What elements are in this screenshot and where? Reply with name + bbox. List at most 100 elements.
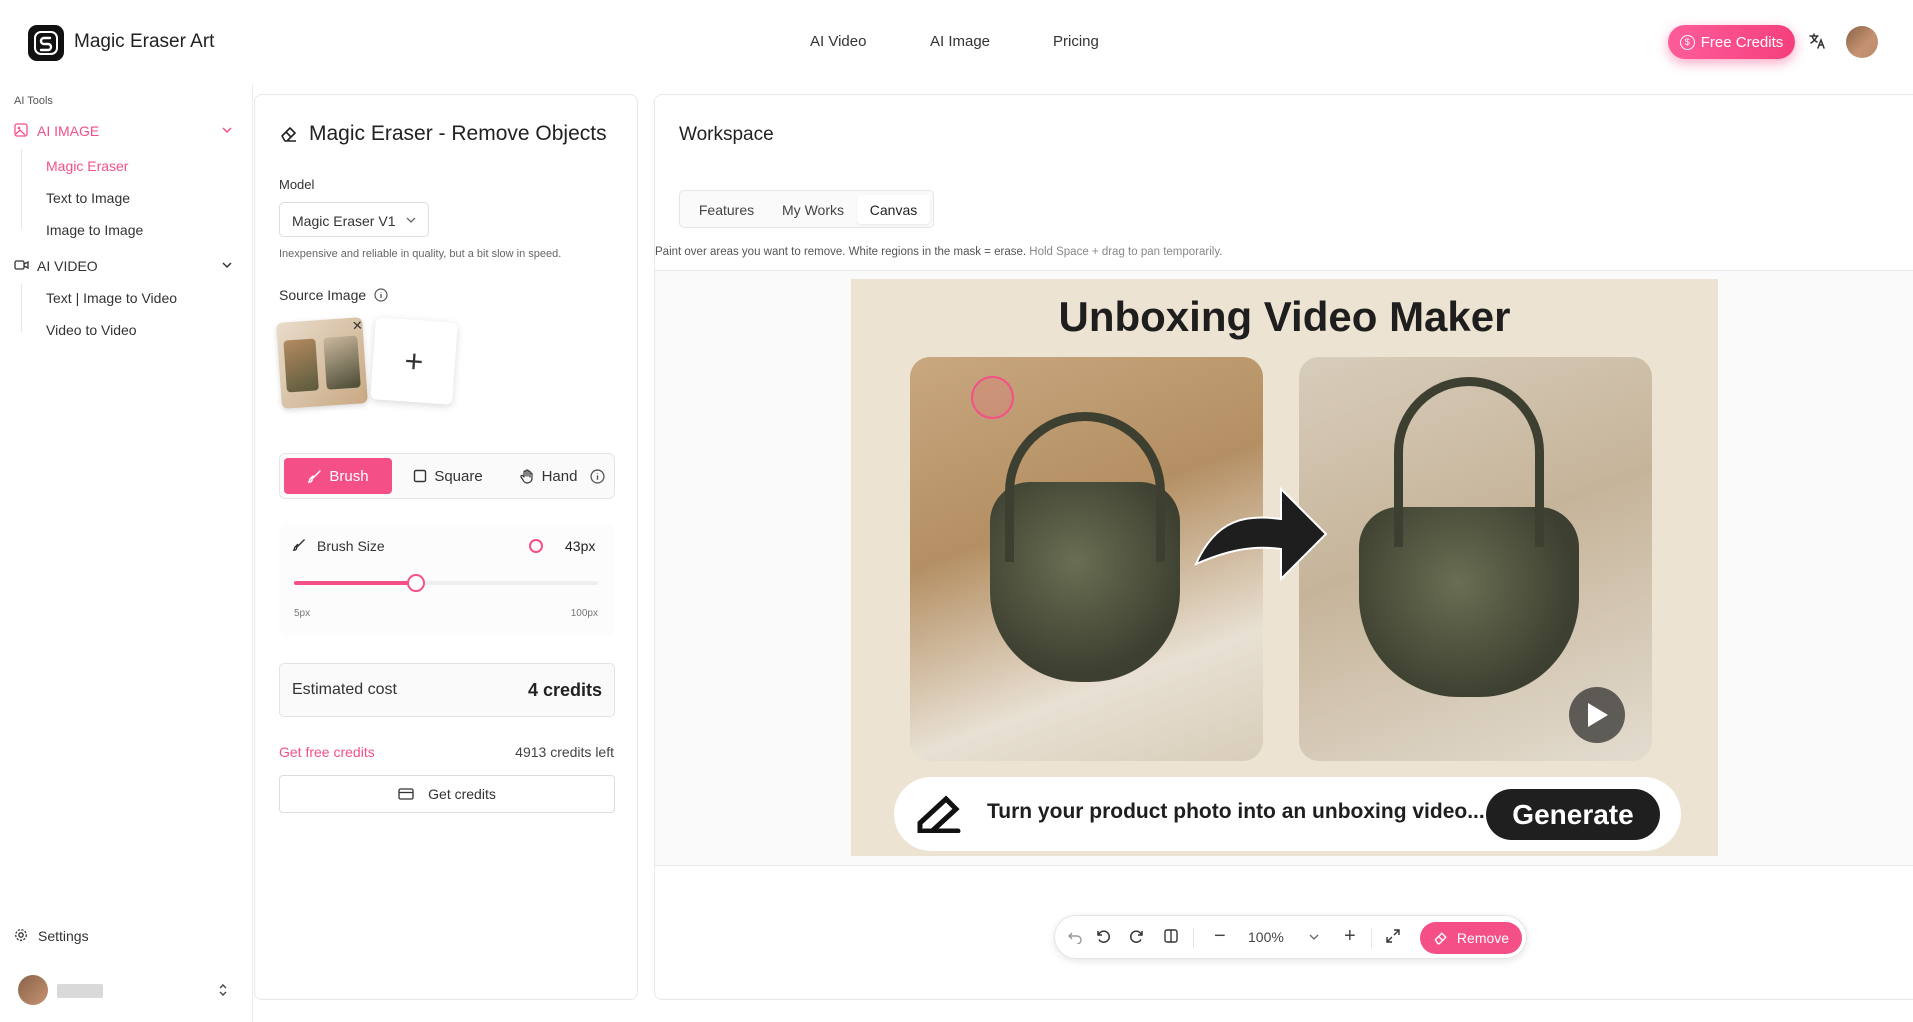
square-icon: [414, 469, 427, 483]
remove-label: Remove: [1456, 930, 1510, 946]
brush-icon: [292, 539, 305, 551]
estimated-cost-value: 4 credits: [527, 680, 602, 700]
image-prompt-bar: Turn your product photo into an unboxing…: [894, 777, 1681, 851]
sidebar-item-text-image-to-video[interactable]: Text | Image to Video: [46, 290, 177, 306]
chevron-up-down-icon[interactable]: [218, 982, 228, 998]
eraser-icon: [1434, 932, 1447, 945]
redo-icon[interactable]: [1129, 928, 1145, 944]
info-icon[interactable]: [374, 288, 388, 302]
brush-cursor: [971, 376, 1014, 419]
brush-size-label: Brush Size: [317, 538, 385, 554]
slider-handle[interactable]: [406, 574, 425, 592]
square-tool-button[interactable]: Square: [398, 458, 498, 494]
workspace-panel: Workspace Features My Works Canvas Paint…: [654, 94, 1913, 1000]
hand-icon: [519, 469, 533, 484]
zoom-out-icon[interactable]: −: [1214, 925, 1226, 948]
tool-selector: Brush Square Hand: [279, 453, 615, 499]
sidebar: AI Tools AI IMAGE Magic Eraser Text to I…: [0, 84, 253, 1022]
tab-features[interactable]: Features: [684, 195, 769, 224]
image-prompt-text: Turn your product photo into an unboxing…: [987, 800, 1485, 823]
model-select[interactable]: Magic Eraser V1: [279, 202, 429, 237]
model-hint: Inexpensive and reliable in quality, but…: [279, 248, 562, 260]
sidebar-group-label: AI VIDEO: [37, 258, 98, 274]
brush-size-slider[interactable]: [294, 574, 598, 592]
model-select-value: Magic Eraser V1: [292, 213, 396, 229]
square-tool-label: Square: [434, 467, 483, 485]
tab-canvas[interactable]: Canvas: [857, 195, 930, 224]
nav-ai-video[interactable]: AI Video: [810, 33, 866, 50]
brand-name[interactable]: Magic Eraser Art: [74, 31, 214, 53]
instructions-text: Paint over areas you want to remove. Whi…: [655, 246, 1027, 258]
brush-size-value: 43px: [565, 538, 596, 554]
get-credits-button[interactable]: Get credits: [279, 775, 615, 813]
sidebar-section-label: AI Tools: [14, 95, 53, 107]
pan-hint-text: Hold Space + drag to pan temporarily.: [1029, 246, 1223, 258]
zoom-in-icon[interactable]: +: [1344, 925, 1356, 948]
account-avatar[interactable]: [18, 975, 48, 1005]
fullscreen-icon[interactable]: [1385, 928, 1401, 944]
sidebar-item-text-to-image[interactable]: Text to Image: [46, 190, 130, 206]
dollar-coin-icon: $: [1679, 34, 1695, 50]
canvas-toolbar: − 100% + Remove: [1054, 915, 1527, 959]
handbag-strap-right: [1394, 377, 1544, 547]
toolbar-divider: [1193, 928, 1194, 948]
thumb-photo-right: [323, 335, 361, 390]
image-icon: [14, 123, 28, 137]
free-credits-label: Free Credits: [1700, 33, 1784, 51]
brush-tool-button[interactable]: Brush: [284, 458, 392, 494]
translate-icon[interactable]: [1808, 32, 1826, 55]
get-credits-label: Get credits: [428, 786, 496, 802]
source-image-text: Source Image: [279, 287, 367, 303]
sidebar-group-ai-video[interactable]: AI VIDEO: [14, 256, 232, 276]
info-icon[interactable]: [590, 469, 605, 484]
panel-title: Magic Eraser - Remove Objects: [279, 122, 607, 146]
tree-line: [21, 284, 22, 332]
brand-logo-icon[interactable]: [28, 25, 64, 61]
remove-image-icon[interactable]: ✕: [351, 318, 363, 335]
source-image-label: Source Image: [279, 287, 388, 303]
free-credits-button[interactable]: $ Free Credits: [1668, 25, 1795, 59]
image-photo-right: [1299, 357, 1652, 761]
canvas-instructions: Paint over areas you want to remove. Whi…: [655, 246, 1222, 258]
zoom-level[interactable]: 100%: [1248, 929, 1284, 945]
undo-icon[interactable]: [1095, 928, 1111, 944]
nav-pricing[interactable]: Pricing: [1053, 33, 1099, 50]
add-image-button[interactable]: +: [370, 317, 458, 405]
brush-preview-circle: [529, 539, 543, 553]
credit-card-icon: [398, 788, 414, 800]
estimated-cost-label: Estimated cost: [292, 681, 397, 698]
chevron-down-icon[interactable]: [1309, 934, 1319, 941]
sidebar-item-image-to-image[interactable]: Image to Image: [46, 222, 143, 238]
user-avatar[interactable]: [1846, 26, 1878, 58]
sidebar-group-label: AI IMAGE: [37, 123, 100, 139]
sidebar-group-ai-image[interactable]: AI IMAGE: [14, 121, 232, 141]
get-free-credits-link[interactable]: Get free credits: [279, 744, 375, 760]
toolbar-divider: [1371, 928, 1372, 948]
brush-min-label: 5px: [294, 608, 311, 619]
remove-button[interactable]: Remove: [1420, 922, 1522, 954]
slider-fill: [294, 581, 416, 585]
credits-left: 4913 credits left: [515, 744, 614, 760]
tree-line: [21, 149, 22, 229]
brush-size-card: Brush Size 43px 5px 100px: [279, 525, 615, 635]
settings-link[interactable]: Settings: [14, 926, 134, 946]
canvas-area[interactable]: Unboxing Video Maker Turn your product p…: [655, 270, 1913, 866]
undo-step-icon[interactable]: [1067, 928, 1083, 944]
hand-tool-button[interactable]: Hand: [504, 458, 592, 494]
image-generate-label: Generate: [1486, 789, 1660, 840]
thumb-photo-left: [283, 338, 319, 393]
video-camera-icon: [14, 260, 29, 270]
eraser-icon: [281, 127, 296, 142]
sidebar-item-magic-eraser[interactable]: Magic Eraser: [46, 158, 128, 174]
nav-ai-image[interactable]: AI Image: [930, 33, 990, 50]
brush-max-label: 100px: [570, 608, 598, 619]
chevron-down-icon: [222, 127, 232, 134]
chevron-down-icon: [222, 262, 232, 269]
sidebar-item-video-to-video[interactable]: Video to Video: [46, 322, 137, 338]
handbag-strap-left: [1005, 412, 1165, 562]
compare-icon[interactable]: [1163, 928, 1179, 944]
canvas-image[interactable]: Unboxing Video Maker Turn your product p…: [851, 279, 1718, 856]
image-title-text: Unboxing Video Maker: [1058, 293, 1511, 340]
brush-tool-label: Brush: [329, 467, 369, 485]
tab-my-works[interactable]: My Works: [771, 195, 855, 224]
